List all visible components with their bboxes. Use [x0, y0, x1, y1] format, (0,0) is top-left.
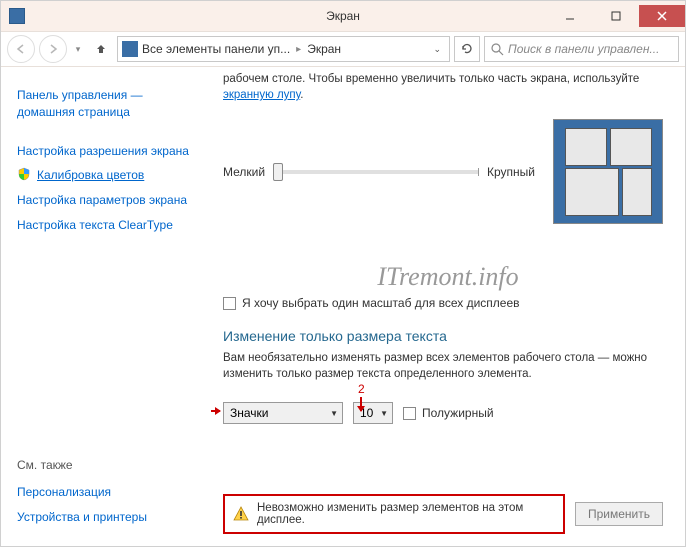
bold-checkbox-row: Полужирный: [403, 406, 494, 420]
bold-checkbox[interactable]: [403, 407, 416, 420]
up-button[interactable]: [89, 37, 113, 61]
warning-text: Невозможно изменить размер элементов на …: [257, 502, 555, 526]
see-also-title: См. также: [17, 458, 195, 472]
chevron-down-icon: ▼: [330, 409, 338, 418]
window-controls: [547, 5, 685, 27]
address-dropdown[interactable]: ⌄: [429, 44, 445, 55]
magnifier-link[interactable]: экранную лупу: [223, 89, 300, 101]
search-input[interactable]: Поиск в панели управлен...: [484, 36, 679, 62]
location-icon: [122, 41, 138, 57]
shield-icon: [17, 167, 31, 181]
navigation-bar: ▾ Все элементы панели уп... ▸ Экран ⌄ По…: [1, 31, 685, 67]
refresh-button[interactable]: [454, 36, 480, 62]
breadcrumb-item[interactable]: Экран: [307, 42, 341, 56]
sidebar-home-link[interactable]: Панель управления — домашняя страница: [17, 87, 195, 121]
address-bar[interactable]: Все элементы панели уп... ▸ Экран ⌄: [117, 36, 450, 62]
sidebar-item-label: Калибровка цветов: [37, 167, 144, 184]
content-area: Панель управления — домашняя страница На…: [1, 67, 685, 546]
chevron-right-icon[interactable]: ▸: [296, 44, 301, 55]
scale-slider-row: Мелкий Крупный: [223, 119, 663, 224]
apply-button[interactable]: Применить: [575, 502, 663, 526]
search-icon: [491, 43, 504, 56]
chevron-down-icon: ▼: [380, 409, 388, 418]
sidebar-also-personalization[interactable]: Персонализация: [17, 484, 195, 501]
sidebar-item-cleartype[interactable]: Настройка текста ClearType: [17, 217, 195, 234]
text-size-section-title: Изменение только размера текста: [223, 328, 663, 344]
app-icon: [9, 8, 25, 24]
control-panel-window: Экран ▾ Все элементы панели уп... ▸ Экра…: [0, 0, 686, 547]
sidebar-item-resolution[interactable]: Настройка разрешения экрана: [17, 143, 195, 160]
size-combobox[interactable]: 10 ▼: [353, 402, 393, 424]
search-placeholder: Поиск в панели управлен...: [508, 42, 659, 56]
titlebar: Экран: [1, 1, 685, 31]
maximize-button[interactable]: [593, 5, 639, 27]
breadcrumb-item[interactable]: Все элементы панели уп...: [142, 42, 290, 56]
intro-prefix: рабочем столе. Чтобы временно увеличить …: [223, 73, 639, 85]
sidebar-also-devices[interactable]: Устройства и принтеры: [17, 509, 195, 526]
minimize-button[interactable]: [547, 5, 593, 27]
window-title: Экран: [326, 9, 360, 23]
combo-value: Значки: [230, 406, 269, 420]
footer-row: Невозможно изменить размер элементов на …: [223, 480, 663, 534]
same-scale-checkbox[interactable]: [223, 297, 236, 310]
element-combobox[interactable]: Значки ▼: [223, 402, 343, 424]
slider-min-label: Мелкий: [223, 165, 265, 179]
watermark: ITremont.info: [377, 262, 518, 292]
sidebar-item-display-params[interactable]: Настройка параметров экрана: [17, 192, 195, 209]
display-preview: [553, 119, 663, 224]
same-scale-checkbox-row: Я хочу выбрать один масштаб для всех дис…: [223, 296, 663, 310]
sidebar: Панель управления — домашняя страница На…: [1, 67, 211, 546]
checkbox-label: Я хочу выбрать один масштаб для всех дис…: [242, 296, 520, 310]
slider-thumb[interactable]: [273, 163, 283, 181]
combo-value: 10: [360, 406, 373, 420]
slider-max-label: Крупный: [487, 165, 535, 179]
forward-button[interactable]: [39, 35, 67, 63]
back-button[interactable]: [7, 35, 35, 63]
scale-slider[interactable]: [273, 170, 479, 174]
annotation-1: 1: [211, 404, 220, 418]
history-dropdown[interactable]: ▾: [71, 35, 85, 63]
text-size-form: 1 2 Значки ▼ 10 ▼ Полужирный: [223, 402, 663, 424]
close-button[interactable]: [639, 5, 685, 27]
main-panel: рабочем столе. Чтобы временно увеличить …: [211, 67, 685, 546]
warning-icon: [233, 506, 249, 522]
sidebar-item-calibration[interactable]: Калибровка цветов: [17, 167, 195, 184]
warning-message: Невозможно изменить размер элементов на …: [223, 494, 565, 534]
intro-text: рабочем столе. Чтобы временно увеличить …: [223, 71, 663, 103]
bold-label: Полужирный: [422, 406, 494, 420]
text-size-section-desc: Вам необязательно изменять размер всех э…: [223, 350, 663, 382]
